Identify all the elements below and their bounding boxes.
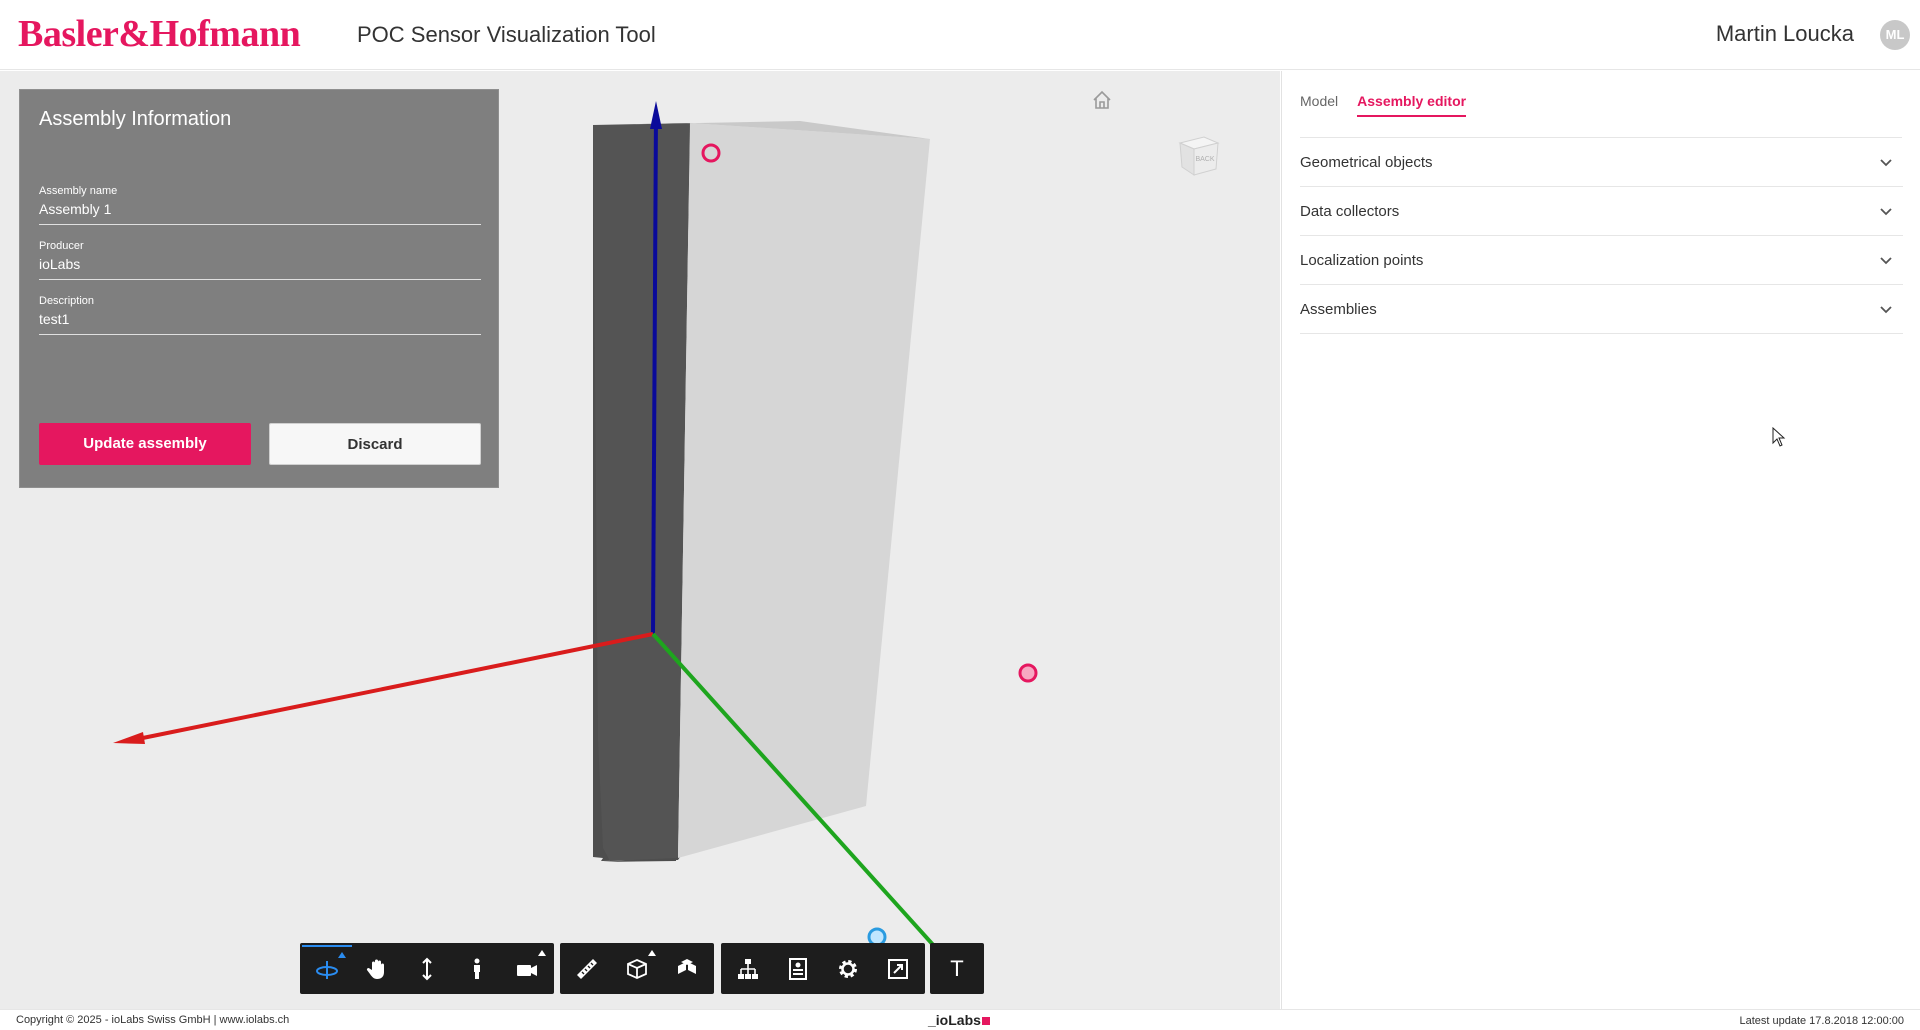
description-field[interactable]: Description test1	[39, 295, 481, 335]
x-axis	[127, 632, 654, 743]
company-logo[interactable]: Basler&Hofmann	[18, 12, 301, 56]
accordion-label: Geometrical objects	[1300, 154, 1433, 171]
box-front-face	[678, 123, 930, 858]
tab-model[interactable]: Model	[1300, 93, 1338, 117]
submenu-indicator-icon	[538, 950, 546, 956]
chevron-down-icon	[1880, 306, 1892, 314]
description-input[interactable]: test1	[39, 311, 69, 327]
user-name[interactable]: Martin Loucka	[1716, 21, 1854, 47]
dolly-icon	[422, 957, 432, 980]
camera-tool[interactable]	[502, 945, 552, 992]
settings-icon	[839, 959, 857, 978]
orbit-icon	[316, 960, 338, 979]
iolabs-logo-text: _ioLabs	[928, 1012, 981, 1028]
pan-tool[interactable]	[352, 945, 402, 992]
accordion-data-collectors[interactable]: Data collectors	[1300, 187, 1903, 236]
section-tool[interactable]	[612, 945, 662, 992]
assembly-name-field[interactable]: Assembly name Assembly 1	[39, 185, 481, 225]
assembly-name-input[interactable]: Assembly 1	[39, 201, 111, 217]
model-browser-icon	[738, 958, 758, 979]
pan-icon	[366, 959, 384, 979]
z-axis-arrowhead	[650, 101, 662, 129]
model-viewer[interactable]: Assembly Information Assembly name Assem…	[0, 71, 1280, 1009]
measure-icon	[577, 958, 597, 979]
chevron-down-icon	[1880, 257, 1892, 265]
copyright-text: Copyright © 2025 - ioLabs Swiss GmbH | w…	[16, 1014, 290, 1026]
first-person-icon	[474, 958, 480, 979]
camera-icon	[517, 964, 537, 976]
measure-tool[interactable]	[562, 945, 612, 992]
panel-title: Assembly Information	[39, 108, 232, 130]
first-person-tool[interactable]	[452, 945, 502, 992]
navigation-toolbar	[300, 943, 554, 994]
dolly-tool[interactable]	[402, 945, 452, 992]
app-header: Basler&Hofmann POC Sensor Visualization …	[0, 0, 1920, 70]
last-update-text: Latest update 17.8.2018 12:00:00	[1739, 1015, 1904, 1027]
discard-button[interactable]: Discard	[269, 423, 481, 465]
fullscreen-tool[interactable]	[873, 945, 923, 992]
accordion-label: Localization points	[1300, 252, 1424, 269]
producer-input[interactable]: ioLabs	[39, 256, 80, 272]
user-avatar[interactable]: ML	[1880, 20, 1910, 50]
submenu-indicator-icon	[648, 950, 656, 956]
model-toolbar	[721, 943, 925, 994]
chevron-down-icon	[1880, 208, 1892, 216]
field-label: Producer	[39, 240, 84, 252]
explode-tool[interactable]	[662, 945, 712, 992]
side-panel: Model Assembly editor Geometrical object…	[1281, 71, 1920, 1009]
field-label: Assembly name	[39, 185, 118, 197]
model-browser-tool[interactable]	[723, 945, 773, 992]
accordion-localization-points[interactable]: Localization points	[1300, 236, 1903, 285]
inspection-toolbar	[560, 943, 714, 994]
assembly-info-panel: Assembly Information Assembly name Assem…	[19, 89, 499, 488]
x-axis-arrowhead	[113, 732, 145, 744]
iolabs-logo: _ioLabs	[928, 1012, 990, 1028]
app-title: POC Sensor Visualization Tool	[357, 22, 656, 47]
accordion-geometrical-objects[interactable]: Geometrical objects	[1300, 138, 1903, 187]
orbit-tool[interactable]	[302, 945, 352, 992]
submenu-indicator-icon	[338, 952, 346, 958]
properties-icon	[789, 957, 807, 980]
text-icon: T	[950, 955, 964, 981]
update-assembly-button[interactable]: Update assembly	[39, 423, 251, 465]
box-dark-face	[593, 123, 690, 861]
section-icon	[627, 958, 647, 979]
mouse-cursor-icon	[1772, 427, 1786, 447]
producer-field[interactable]: Producer ioLabs	[39, 240, 481, 280]
viewcube-face-label: BACK	[1195, 156, 1214, 163]
accordion-label: Assemblies	[1300, 301, 1377, 318]
home-view-icon[interactable]	[1090, 88, 1114, 112]
properties-tool[interactable]	[773, 945, 823, 992]
app-footer: Copyright © 2025 - ioLabs Swiss GmbH | w…	[0, 1009, 1920, 1030]
text-tool[interactable]: T	[932, 945, 982, 992]
viewcube-icon[interactable]: BACK	[1174, 129, 1224, 179]
field-label: Description	[39, 295, 95, 307]
side-panel-tabs: Model Assembly editor	[1300, 93, 1467, 117]
sensor-marker	[1018, 663, 1038, 683]
accordion-label: Data collectors	[1300, 203, 1400, 220]
fullscreen-icon	[888, 958, 908, 979]
swiss-flag-icon	[981, 1017, 990, 1026]
tab-assembly-editor[interactable]: Assembly editor	[1357, 93, 1467, 117]
accordion-assemblies[interactable]: Assemblies	[1300, 285, 1903, 334]
text-toolbar: T	[930, 943, 984, 994]
chevron-down-icon	[1880, 159, 1892, 167]
explode-icon	[678, 958, 696, 974]
settings-tool[interactable]	[823, 945, 873, 992]
